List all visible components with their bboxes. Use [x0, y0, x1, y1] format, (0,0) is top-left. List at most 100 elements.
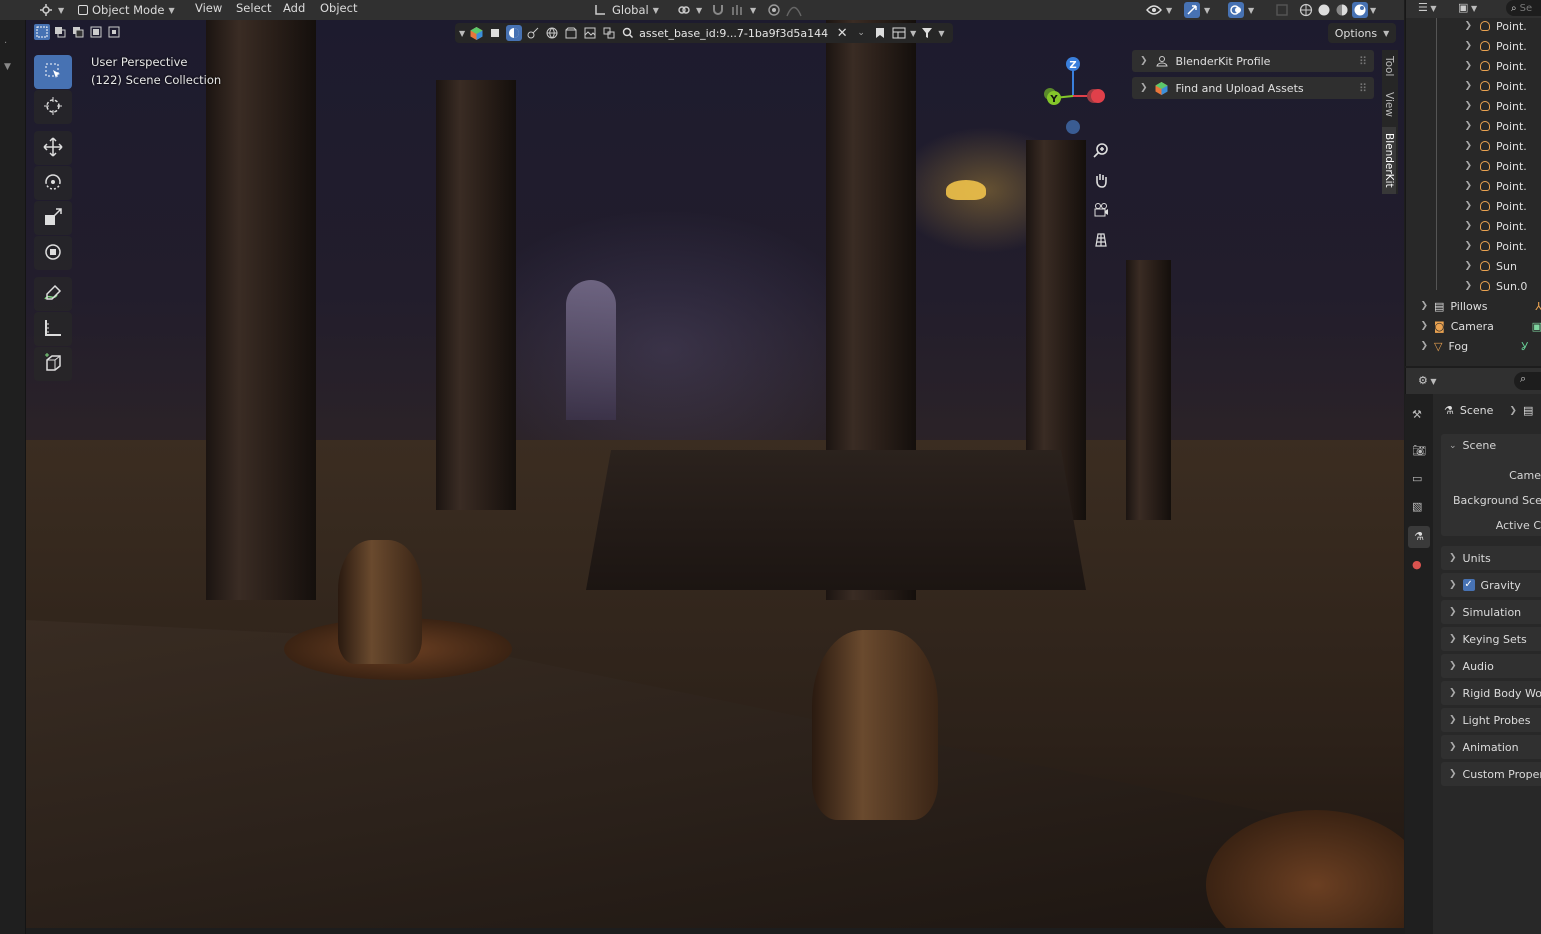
menu-view[interactable]: View — [195, 0, 222, 20]
rotate-tool[interactable] — [34, 166, 72, 200]
asset-type-model-icon[interactable] — [487, 25, 503, 41]
pivot-dropdown[interactable]: ▼ — [676, 0, 702, 20]
chevron-right-icon[interactable]: ❯ — [1406, 101, 1480, 111]
navigation-gizmo[interactable]: Z Y — [1036, 52, 1112, 136]
outliner-light-row[interactable]: ❯ Point. — [1406, 236, 1541, 256]
chevron-right-icon[interactable]: ❯ — [1406, 161, 1480, 171]
asset-type-nodegroup-icon[interactable] — [601, 25, 617, 41]
chevron-right-icon[interactable]: ❯ — [1406, 201, 1480, 211]
properties-section[interactable]: ❯ ✓ Gravity — [1441, 573, 1541, 597]
snap-toggle[interactable]: ▼ — [710, 0, 756, 20]
cursor-tool[interactable] — [34, 90, 72, 124]
material-shading-icon[interactable] — [1334, 2, 1350, 18]
tool-tab-icon[interactable]: ⚒ — [1412, 408, 1422, 421]
gizmo-neg-z[interactable] — [1066, 120, 1080, 134]
outliner-light-row[interactable]: ❯ Point. — [1406, 36, 1541, 56]
gizmo-x-axis[interactable] — [1091, 89, 1105, 103]
drag-handle-icon[interactable]: ⠿ — [1359, 55, 1367, 68]
outliner-editor-type[interactable]: ☰ ▼ — [1418, 1, 1437, 14]
outliner-light-row[interactable]: ❯ Point. — [1406, 96, 1541, 116]
ortho-grid-icon[interactable] — [1091, 230, 1111, 250]
editor-type-button[interactable]: ▼ — [38, 0, 64, 20]
asset-type-brush-icon[interactable] — [525, 25, 541, 41]
outliner-light-row[interactable]: ❯ Point. — [1406, 216, 1541, 236]
scale-tool[interactable] — [34, 201, 72, 235]
outliner-light-row[interactable]: ❯ Point. — [1406, 196, 1541, 216]
properties-section[interactable]: ❯ Light Probes — [1441, 708, 1541, 732]
chevron-right-icon[interactable]: ❯ — [1406, 141, 1480, 151]
search-icon[interactable]: ⌕ — [1514, 372, 1541, 390]
properties-section[interactable]: ❯ Custom Proper — [1441, 762, 1541, 786]
wireframe-shading-icon[interactable] — [1298, 2, 1314, 18]
select-subtract-icon[interactable] — [70, 24, 86, 40]
menu-add[interactable]: Add — [283, 0, 305, 20]
gravity-checkbox[interactable]: ✓ — [1462, 579, 1475, 591]
proportional-edit-toggle[interactable] — [766, 0, 802, 20]
collapsed-panel-icon[interactable]: · — [4, 38, 7, 49]
measure-tool[interactable] — [34, 312, 72, 346]
outliner-light-row[interactable]: ❯ Point. — [1406, 76, 1541, 96]
transform-tool[interactable] — [34, 236, 72, 270]
chevron-down-icon[interactable]: ▼ — [4, 62, 11, 72]
asset-type-hdr-icon[interactable] — [582, 25, 598, 41]
clear-search-icon[interactable]: ✕ — [834, 25, 850, 41]
tab-tool[interactable]: Tool — [1382, 50, 1396, 82]
asset-type-scene-icon[interactable] — [563, 25, 579, 41]
chevron-right-icon[interactable]: ❯ — [1406, 301, 1434, 311]
menu-object[interactable]: Object — [320, 0, 357, 20]
chevron-right-icon[interactable]: ❯ — [1406, 181, 1480, 191]
select-box-tool[interactable] — [34, 55, 72, 89]
visibility-dropdown[interactable]: ▼ — [1146, 0, 1172, 20]
properties-section[interactable]: ❯ Rigid Body Wo — [1441, 681, 1541, 705]
properties-editor-type[interactable]: ⚙ ▼ — [1418, 374, 1437, 387]
outliner-light-row[interactable]: ❯ Point. — [1406, 156, 1541, 176]
chevron-right-icon[interactable]: ❯ — [1406, 41, 1480, 51]
gizmo-toggle[interactable]: ▼ — [1184, 0, 1210, 20]
world-tab-icon[interactable]: ● — [1412, 558, 1422, 571]
chevron-right-icon[interactable]: ❯ — [1406, 281, 1480, 291]
bookmark-icon[interactable] — [872, 25, 888, 41]
outliner-light-row[interactable]: ❯ Point. — [1406, 16, 1541, 36]
rendered-shading-icon[interactable] — [1352, 2, 1368, 18]
chevron-right-icon[interactable]: ❯ — [1406, 81, 1480, 91]
blenderkit-profile-panel[interactable]: ❯ BlenderKit Profile ⠿ — [1132, 50, 1374, 72]
asset-type-world-icon[interactable] — [544, 25, 560, 41]
3d-viewport[interactable]: User Perspective (122) Scene Collection — [26, 20, 1404, 928]
render-tab-icon[interactable]: 📷︎ — [1412, 444, 1426, 457]
chevron-right-icon[interactable]: ❯ — [1406, 241, 1480, 251]
properties-section[interactable]: ❯ Animation — [1441, 735, 1541, 759]
tab-blenderkit[interactable]: BlenderKit — [1382, 127, 1396, 194]
asset-search-input[interactable]: asset_base_id:9...7-1ba9f3d5a144 — [639, 27, 831, 40]
chevron-down-icon[interactable]: ▼ — [938, 29, 944, 38]
select-extend-icon[interactable] — [52, 24, 68, 40]
scene-tab-icon[interactable]: ⚗ — [1408, 526, 1430, 548]
select-new-icon[interactable] — [34, 24, 50, 40]
outliner-light-row[interactable]: ❯ Point. — [1406, 56, 1541, 76]
outliner-search-field[interactable]: ⌕ Se — [1506, 0, 1541, 16]
chevron-down-icon[interactable]: ▼ — [459, 29, 465, 38]
select-invert-icon[interactable] — [88, 24, 104, 40]
chevron-down-icon[interactable]: ▼ — [910, 29, 916, 38]
outliner-light-row[interactable]: ❯ Sun.0 — [1406, 276, 1541, 296]
drag-handle-icon[interactable]: ⠿ — [1359, 82, 1367, 95]
scene-panel-header[interactable]: ⌄ Scene — [1449, 439, 1496, 452]
properties-section[interactable]: ❯ Units — [1441, 546, 1541, 570]
mode-dropdown[interactable]: Object Mode ▼ — [78, 0, 175, 20]
chevron-right-icon[interactable]: ❯ — [1406, 61, 1480, 71]
view-layer-tab-icon[interactable]: ▧ — [1412, 500, 1422, 513]
xray-toggle[interactable] — [1274, 0, 1290, 20]
pin-icon[interactable]: ▤ — [1523, 404, 1533, 417]
add-cube-tool[interactable] — [34, 347, 72, 381]
chevron-right-icon[interactable]: ❯ — [1406, 21, 1480, 31]
output-tab-icon[interactable]: ▭ — [1412, 472, 1422, 485]
properties-section[interactable]: ❯ Audio — [1441, 654, 1541, 678]
menu-select[interactable]: Select — [236, 0, 271, 20]
outliner-light-row[interactable]: ❯ Point. — [1406, 176, 1541, 196]
chevron-right-icon[interactable]: ❯ — [1406, 321, 1434, 331]
properties-section[interactable]: ❯ Simulation — [1441, 600, 1541, 624]
tab-view[interactable]: View — [1382, 86, 1396, 123]
filter-icon[interactable] — [919, 25, 935, 41]
move-tool[interactable] — [34, 131, 72, 165]
collection-row[interactable]: ❯ ◙ Camera ▣ — [1406, 316, 1541, 336]
collection-row[interactable]: ❯ ▤ Pillows ⅄ — [1406, 296, 1541, 316]
